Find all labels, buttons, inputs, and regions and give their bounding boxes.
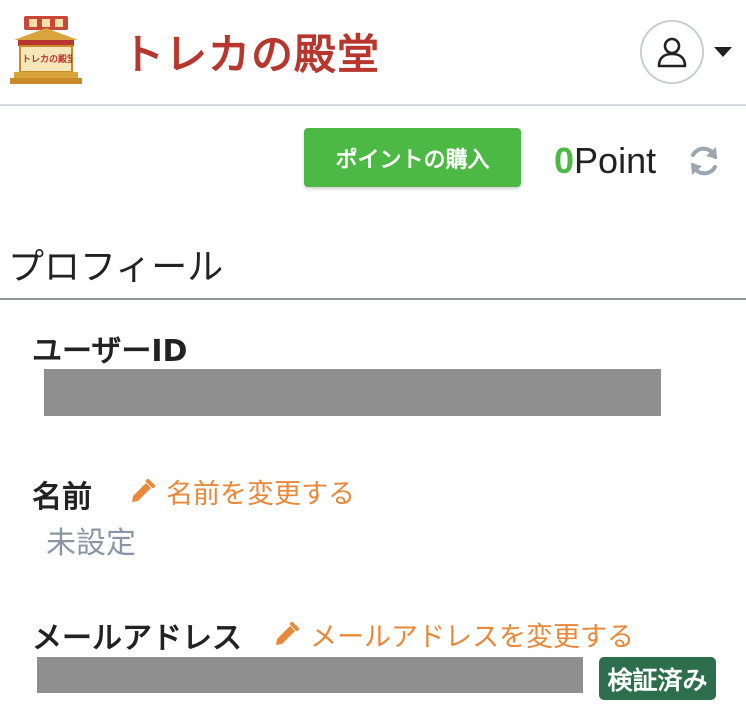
edit-email-link[interactable]: メールアドレスを変更する	[272, 615, 634, 654]
pencil-icon	[276, 621, 299, 645]
email-redacted-value	[37, 657, 583, 693]
name-label: 名前	[32, 480, 92, 515]
caret-down-icon[interactable]	[714, 47, 732, 57]
edit-email-label: メールアドレスを変更する	[310, 622, 634, 653]
temple-logo-icon	[10, 16, 82, 84]
buy-points-button[interactable]: ポイントの購入	[304, 128, 521, 187]
edit-name-label: 名前を変更する	[166, 479, 355, 510]
points-unit: Point	[574, 140, 657, 181]
logo-mark[interactable]: トレカの殿堂	[10, 14, 82, 86]
refresh-icon[interactable]	[686, 143, 722, 179]
site-title-text: トレカの殿堂	[122, 29, 381, 79]
name-value: 未設定	[46, 526, 136, 561]
email-label: メールアドレス	[32, 621, 242, 656]
site-title[interactable]: トレカの殿堂	[122, 16, 380, 86]
points-amount: 0	[554, 140, 575, 181]
site-header: トレカの殿堂 トレカの殿堂	[0, 0, 746, 106]
email-verified-badge: 検証済み	[599, 657, 716, 700]
edit-name-link[interactable]: 名前を変更する	[128, 472, 355, 511]
profile-title: プロフィール	[8, 247, 224, 288]
user-id-label: ユーザーID	[32, 334, 188, 369]
user-id-redacted-value	[44, 369, 661, 416]
user-avatar-icon	[657, 37, 687, 68]
avatar[interactable]	[640, 20, 704, 84]
logo-badge-text: トレカの殿堂	[22, 55, 72, 65]
points-balance: 0 Point	[554, 138, 656, 184]
section-divider	[0, 298, 746, 300]
pencil-icon	[132, 478, 155, 502]
user-menu-button[interactable]	[640, 20, 740, 84]
